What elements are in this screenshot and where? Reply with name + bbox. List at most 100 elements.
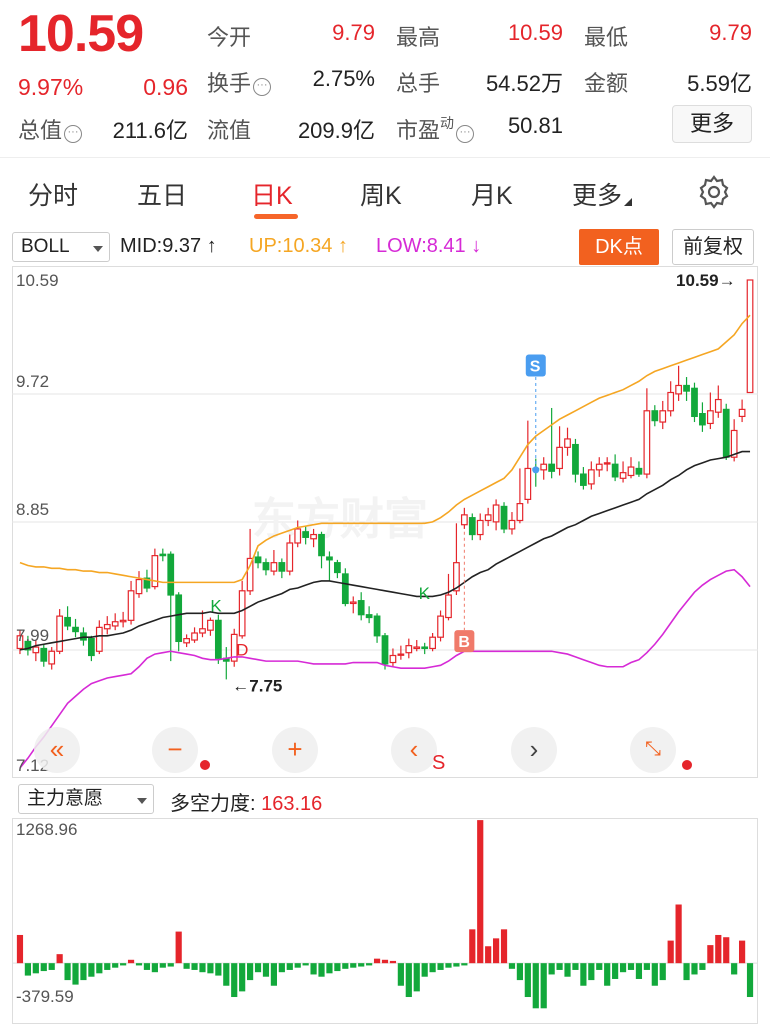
force-bar-chart[interactable] (12, 818, 758, 1024)
notification-dot (200, 760, 210, 770)
candle (143, 569, 151, 593)
force-bar (199, 963, 206, 973)
candle-body (294, 528, 302, 544)
dropdown-caret-icon (137, 798, 147, 804)
tab-five-day[interactable]: 五日 (137, 176, 187, 212)
gear-icon[interactable] (696, 174, 732, 210)
force-bar (373, 958, 381, 964)
info-icon[interactable]: ··· (456, 125, 475, 143)
candle-body (651, 410, 659, 422)
force-bar (715, 934, 722, 964)
candle (675, 365, 682, 401)
candle-body (706, 410, 714, 425)
candle (667, 381, 675, 417)
force-bar (159, 963, 166, 968)
candle-body (381, 635, 389, 665)
candle-body (556, 446, 563, 470)
candle-body (595, 463, 603, 471)
dk-point-button[interactable]: DK点 (579, 229, 659, 265)
candle (88, 635, 95, 662)
candle (643, 388, 651, 479)
tab-intraday[interactable]: 分时 (28, 176, 78, 212)
candlestick-chart[interactable]: 东方财富 10.59→ ←7.75 K K D S B (12, 266, 758, 778)
candle-body (95, 626, 103, 652)
candle-body (603, 462, 611, 465)
notification-dot (682, 760, 692, 770)
info-icon[interactable]: ··· (253, 78, 272, 96)
candle-body (302, 531, 310, 538)
candle-body (365, 614, 373, 619)
candle-body (627, 466, 635, 477)
candle (159, 548, 167, 562)
force-bar (588, 963, 595, 981)
candle-body (611, 463, 619, 478)
tab-daily-k[interactable]: 日K (251, 176, 293, 212)
candle (437, 610, 444, 642)
high-price-marker: 10.59→ (676, 271, 736, 290)
candle (619, 461, 627, 483)
candle (405, 638, 413, 659)
candle-body (667, 391, 675, 412)
info-icon[interactable]: ··· (64, 125, 83, 143)
high-label: 最高 (396, 25, 441, 50)
candle-body (48, 650, 56, 665)
tab-more[interactable]: 更多 (572, 176, 633, 212)
minus-icon[interactable]: − (152, 727, 198, 773)
candle-body (587, 469, 595, 485)
force-bar (619, 963, 627, 973)
force-bar (247, 963, 254, 981)
indicator-select[interactable]: BOLL (12, 232, 110, 262)
force-bar (493, 938, 500, 964)
k-signal-label: K (419, 584, 431, 603)
candle (365, 606, 373, 624)
adjust-button[interactable]: 前复权 (672, 229, 754, 265)
candle-body (357, 600, 365, 616)
force-bar (548, 963, 555, 975)
candle (706, 392, 714, 430)
double-chevron-left-icon[interactable]: « (34, 727, 80, 773)
expand-icon[interactable]: ⤡ (630, 727, 676, 773)
force-bar (635, 963, 643, 979)
chevron-left-icon[interactable]: ‹ (391, 727, 437, 773)
candle (714, 385, 722, 418)
more-button[interactable]: 更多 (672, 105, 752, 143)
candle (722, 403, 730, 461)
force-bar (191, 963, 198, 970)
candle (580, 467, 587, 490)
candle-body (492, 504, 500, 523)
candle (556, 426, 563, 476)
mktcap-label: 总值 ··· (18, 113, 83, 145)
force-bar (326, 963, 333, 974)
force-bar (239, 963, 246, 992)
force-bar (723, 937, 730, 964)
candle (389, 648, 397, 667)
candle-body (56, 615, 64, 652)
tab-monthly-k[interactable]: 月K (471, 176, 513, 212)
open-label: 今开 (207, 25, 252, 50)
volume-label: 总手 (396, 71, 441, 96)
force-bar (32, 963, 39, 974)
force-bar (540, 963, 547, 1009)
boll-mid-value: MID:9.37 ↑ (120, 235, 217, 257)
force-bar (183, 963, 190, 969)
candle-body (159, 553, 167, 557)
force-bar (270, 963, 277, 986)
candle (64, 606, 71, 631)
tab-weekly-k[interactable]: 周K (360, 176, 402, 212)
candle-body (580, 473, 587, 486)
candle-body (32, 646, 40, 654)
plus-icon[interactable]: + (272, 727, 318, 773)
candle-body (389, 654, 397, 664)
candle-body (540, 463, 548, 471)
sub-indicator-select[interactable]: 主力意愿 (18, 784, 154, 814)
candle (334, 559, 341, 579)
candle (191, 627, 198, 643)
force-bar (16, 934, 24, 964)
candle-body (445, 594, 452, 619)
candle (127, 580, 135, 625)
force-bar (88, 963, 95, 977)
candle-body (326, 556, 333, 561)
force-bar (556, 963, 563, 970)
chevron-right-icon[interactable]: › (511, 727, 557, 773)
y-axis-label: 7.99 (16, 626, 50, 645)
